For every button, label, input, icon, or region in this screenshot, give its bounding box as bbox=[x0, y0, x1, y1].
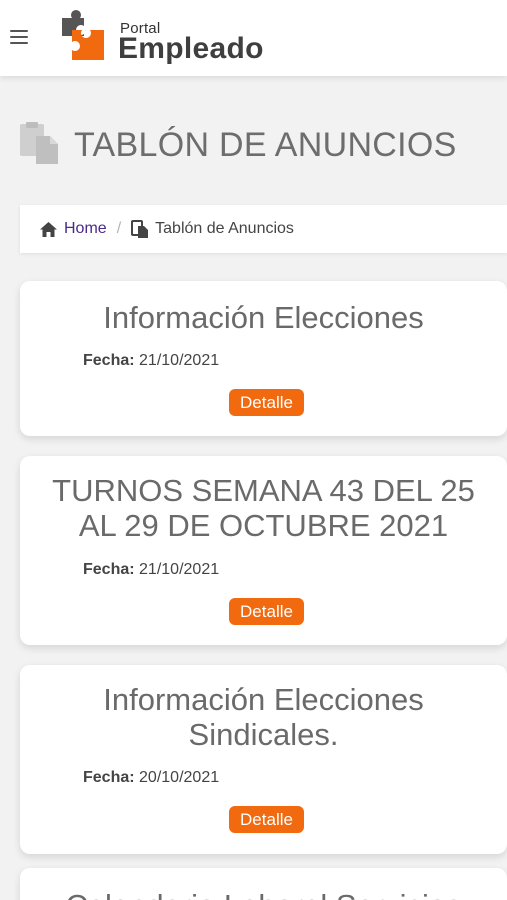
detalle-button[interactable]: Detalle bbox=[229, 389, 304, 416]
logo-text-empleado: Empleado bbox=[118, 32, 264, 65]
detalle-button[interactable]: Detalle bbox=[229, 806, 304, 833]
announcement-card: Información Elecciones Sindicales. Fecha… bbox=[20, 665, 507, 854]
announcement-date: Fecha: 21/10/2021 bbox=[83, 352, 219, 370]
date-label: Fecha: bbox=[83, 769, 135, 786]
announcement-date: Fecha: 20/10/2021 bbox=[83, 769, 219, 787]
date-value: 21/10/2021 bbox=[139, 561, 220, 578]
announcement-title-line-2: AL 29 DE OCTUBRE 2021 bbox=[78, 508, 449, 543]
date-value: 21/10/2021 bbox=[139, 352, 220, 369]
portal-empleado-logo[interactable]: Portal Empleado bbox=[58, 8, 268, 66]
announcement-card-partial: Calendario Laboral Servicios bbox=[20, 868, 507, 900]
announcement-date: Fecha: 21/10/2021 bbox=[83, 561, 219, 579]
breadcrumb: Home / Tablón de Anuncios bbox=[20, 205, 507, 253]
breadcrumb-current-label: Tablón de Anuncios bbox=[155, 220, 294, 237]
breadcrumb-separator: / bbox=[116, 220, 122, 237]
breadcrumb-home-label: Home bbox=[64, 220, 107, 237]
breadcrumb-current: Tablón de Anuncios bbox=[131, 219, 294, 239]
date-label: Fecha: bbox=[83, 561, 135, 578]
clipboard-copy-icon bbox=[20, 122, 58, 164]
announcement-title: Calendario Laboral Servicios bbox=[20, 888, 507, 900]
home-icon bbox=[40, 221, 57, 237]
hamburger-menu-icon[interactable] bbox=[10, 30, 28, 44]
puzzle-logo-icon bbox=[62, 10, 104, 60]
announcement-title-line-1: Información Elecciones bbox=[103, 682, 424, 717]
page-header: TABLÓN DE ANUNCIOS bbox=[18, 118, 498, 174]
breadcrumb-home-link[interactable]: Home bbox=[40, 220, 107, 238]
announcement-card: TURNOS SEMANA 43 DEL 25 AL 29 DE OCTUBRE… bbox=[20, 456, 507, 645]
date-value: 20/10/2021 bbox=[139, 769, 220, 786]
announcement-card: Información Elecciones Fecha: 21/10/2021… bbox=[20, 281, 507, 436]
announcement-title-line-1: TURNOS SEMANA 43 DEL 25 bbox=[52, 473, 475, 508]
date-label: Fecha: bbox=[83, 352, 135, 369]
clipboard-copy-small-icon bbox=[131, 219, 149, 238]
announcement-title-line-2: Sindicales. bbox=[188, 717, 339, 752]
page-title: TABLÓN DE ANUNCIOS bbox=[74, 126, 457, 164]
detalle-button[interactable]: Detalle bbox=[229, 598, 304, 625]
announcement-title: Información Elecciones bbox=[103, 300, 424, 335]
top-navbar: Portal Empleado bbox=[0, 0, 507, 76]
